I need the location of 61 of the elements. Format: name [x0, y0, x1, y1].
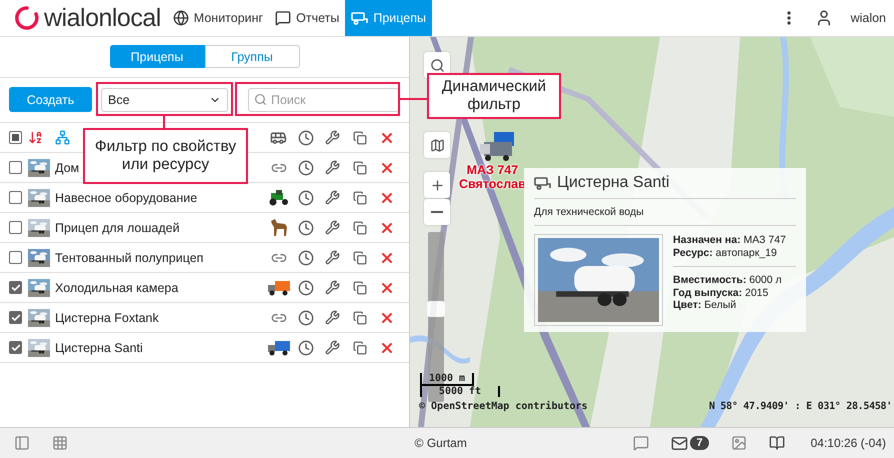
- trailer-name[interactable]: Тентованный полуприцеп: [55, 250, 204, 264]
- tab[interactable]: Группы: [204, 45, 300, 68]
- copyright: © Gurtam: [414, 436, 468, 450]
- wrench-icon[interactable]: [325, 190, 340, 205]
- clock-icon[interactable]: [298, 190, 314, 206]
- mail-icon: [671, 434, 688, 452]
- horse-icon[interactable]: [268, 218, 288, 236]
- row-checkbox[interactable]: [9, 191, 22, 204]
- trailer-name[interactable]: Навесное оборудование: [55, 190, 198, 204]
- trailer-icon: [351, 12, 368, 24]
- logo-icon: [14, 5, 40, 31]
- select-all-checkbox[interactable]: [9, 131, 22, 144]
- clock-icon: [298, 130, 314, 146]
- row-checkbox[interactable]: [9, 341, 22, 354]
- wrench-icon[interactable]: [325, 340, 340, 355]
- group-icon[interactable]: [55, 130, 70, 145]
- sort-icon[interactable]: [28, 130, 43, 145]
- row-checkbox[interactable]: [9, 311, 22, 324]
- trailer-name[interactable]: Холодильная камера: [55, 280, 178, 294]
- row-checkbox[interactable]: [9, 251, 22, 264]
- copy-icon[interactable]: [352, 340, 366, 354]
- search-field[interactable]: Поиск: [248, 88, 399, 112]
- trailer-name[interactable]: Прицеп для лошадей: [55, 220, 180, 234]
- clock-icon[interactable]: [298, 340, 314, 356]
- messages-button[interactable]: 7: [665, 434, 715, 452]
- row-checkbox[interactable]: [9, 221, 22, 234]
- tractor-icon[interactable]: [268, 190, 290, 206]
- wrench-icon[interactable]: [325, 220, 340, 235]
- wrench-icon[interactable]: [325, 250, 340, 265]
- menu-icon: [786, 11, 791, 25]
- leader-line: [163, 116, 165, 128]
- clock-icon[interactable]: [298, 220, 314, 236]
- copy-icon[interactable]: [352, 280, 366, 294]
- row-checkbox[interactable]: [9, 161, 22, 174]
- wrench-icon[interactable]: [325, 310, 340, 325]
- logo: wialonlocal: [44, 4, 161, 32]
- user-name[interactable]: wialon: [844, 0, 894, 36]
- clock-icon[interactable]: [298, 280, 314, 296]
- wrench-icon: [325, 130, 340, 145]
- copy-icon[interactable]: [352, 310, 366, 324]
- trailer-name[interactable]: Цистерна Foxtank: [55, 310, 159, 324]
- row-checkbox[interactable]: [9, 281, 22, 294]
- copy-icon[interactable]: [352, 250, 366, 264]
- truck-icon[interactable]: [268, 340, 290, 356]
- trailer-name[interactable]: Цистерна Santi: [55, 340, 143, 354]
- copy-icon[interactable]: [352, 220, 366, 234]
- truck-icon[interactable]: [268, 280, 290, 296]
- clock-icon[interactable]: [298, 310, 314, 326]
- wrench-icon[interactable]: [325, 160, 340, 175]
- wrench-icon[interactable]: [325, 280, 340, 295]
- clock-icon[interactable]: [298, 160, 314, 176]
- callout: Фильтр по свойству или ресурсу: [83, 128, 248, 184]
- trailer-name[interactable]: Дом: [55, 160, 80, 174]
- copy-icon[interactable]: [352, 190, 366, 204]
- copy-icon[interactable]: [352, 160, 366, 174]
- filter-dropdown[interactable]: Все: [101, 88, 228, 112]
- clock-time: 04:10:26 (-04): [810, 436, 886, 450]
- message-count: 7: [690, 436, 709, 450]
- globe-icon: [172, 10, 189, 26]
- clock-icon[interactable]: [298, 250, 314, 266]
- copy-icon: [352, 130, 366, 144]
